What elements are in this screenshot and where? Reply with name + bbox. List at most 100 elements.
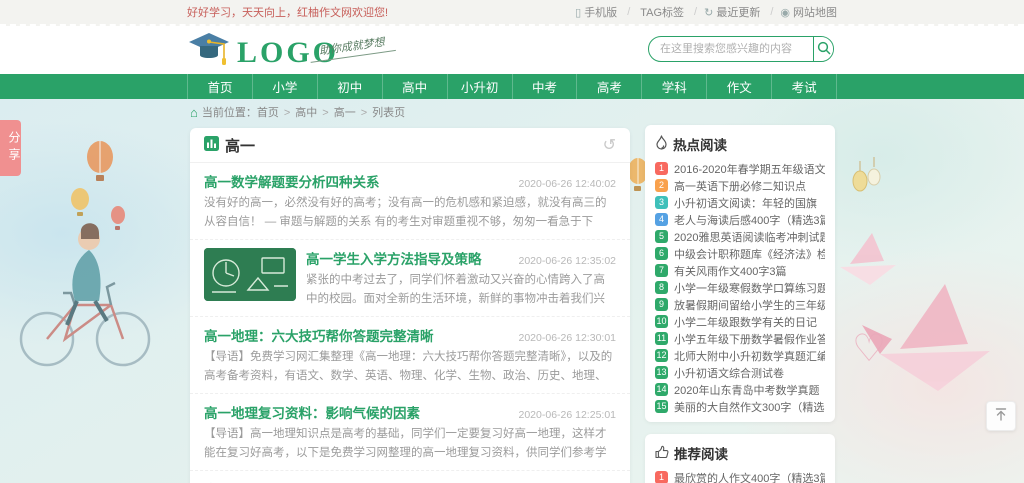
topbar-link-icon: ↻ — [704, 6, 713, 19]
article-list-card: 高一 ↺ 高一数学解题要分析四种关系 2020-06-26 12:40:02 没… — [190, 128, 630, 483]
hot-reading-item[interactable]: 10 小学二年级跟数学有关的日记 — [655, 313, 825, 330]
rank-badge: 10 — [655, 315, 668, 328]
topbar-link-icon: ▯ — [575, 6, 581, 19]
article-summary: 紧张的中考过去了，同学们怀着激动又兴奋的心情跨入了高中的校园。面对全新的生活环境… — [306, 271, 616, 309]
article-summary: 没有好的高一，必然没有好的高考；没有高一的危机感和紧迫感，就没有高三的从容自信！… — [204, 194, 616, 232]
article-list-item: 高一数学解题要分析四种关系 2020-06-26 12:40:02 没有好的高一… — [190, 163, 630, 240]
thumbs-up-icon — [655, 445, 669, 462]
graduation-cap-icon — [187, 31, 231, 74]
share-button[interactable]: 分享 — [0, 120, 21, 176]
article-thumbnail[interactable] — [204, 248, 296, 301]
hot-reading-item[interactable]: 5 2020雅思英语阅读临考冲刺试题附答案 — [655, 228, 825, 245]
topbar-link-label: 网站地图 — [793, 4, 837, 20]
hot-reading-item[interactable]: 4 老人与海读后感400字（精选3篇） — [655, 211, 825, 228]
flame-icon — [655, 135, 668, 153]
hot-reading-item[interactable]: 14 2020年山东青岛中考数学真题（已公布） — [655, 381, 825, 398]
nav-item[interactable]: 小升初 — [447, 74, 512, 99]
rank-badge: 3 — [655, 196, 668, 209]
bicycle-illustration — [21, 223, 149, 365]
nav-item[interactable]: 小学 — [252, 74, 317, 99]
hot-item-title: 放暑假期间留给小学生的三年级英语作文范文 — [674, 297, 825, 313]
welcome-text: 好好学习，天天向上，红柚作文网欢迎您! — [187, 4, 388, 20]
search-input[interactable] — [649, 37, 813, 61]
hot-item-title: 有关风雨作文400字3篇 — [674, 263, 786, 279]
topbar-link[interactable]: ↻ 最近更新 — [704, 4, 780, 20]
rank-badge: 11 — [655, 332, 668, 345]
site-header: LOGO 助你成就梦想 — [0, 26, 1024, 74]
nav-item[interactable]: 高考 — [576, 74, 641, 99]
recommend-reading-list: 1 最欣赏的人作文400字（精选3篇） 2 关于感恩的中考满分作文600字 — [655, 469, 825, 483]
article-title-link[interactable]: 高一地理复习资料：影响气候的因素 — [204, 402, 420, 422]
hot-item-title: 美丽的大自然作文300字（精选3篇） — [674, 399, 825, 415]
back-icon[interactable]: ↺ — [603, 138, 616, 154]
page-root: 好好学习，天天向上，红柚作文网欢迎您! ▯ 手机版 TAG标签 ↻ — [0, 0, 1024, 483]
rank-badge: 13 — [655, 366, 668, 379]
hot-item-title: 北师大附中小升初数学真题汇编 — [674, 348, 825, 364]
article-date: 2020-06-26 12:25:01 — [511, 409, 617, 421]
topbar-link[interactable]: TAG标签 — [637, 4, 704, 20]
nav-item[interactable]: 初中 — [317, 74, 382, 99]
rank-badge: 7 — [655, 264, 668, 277]
topbar-link[interactable]: ▯ 手机版 — [575, 4, 637, 20]
top-bar: 好好学习，天天向上，红柚作文网欢迎您! ▯ 手机版 TAG标签 ↻ — [0, 0, 1024, 26]
nav-item[interactable]: 考试 — [771, 74, 837, 99]
breadcrumb-prefix: 当前位置： — [202, 104, 257, 120]
rank-badge: 1 — [655, 162, 668, 175]
nav-item[interactable]: 作文 — [706, 74, 771, 99]
hot-reading-item[interactable]: 1 2016-2020年春学期五年级语文下期末模拟 — [655, 160, 825, 177]
rank-badge: 2 — [655, 179, 668, 192]
hot-reading-item[interactable]: 3 小升初语文阅读：年轻的国旗 — [655, 194, 825, 211]
recommend-item-title: 最欣赏的人作文400字（精选3篇） — [674, 470, 825, 483]
hot-reading-item[interactable]: 7 有关风雨作文400字3篇 — [655, 262, 825, 279]
hot-reading-item[interactable]: 11 小学五年级下册数学暑假作业答案【20-61 — [655, 330, 825, 347]
hot-item-title: 小学二年级跟数学有关的日记 — [674, 314, 817, 330]
hot-item-title: 中级会计职称题库《经济法》检测题 — [674, 246, 825, 262]
hot-reading-item[interactable]: 9 放暑假期间留给小学生的三年级英语作文范文 — [655, 296, 825, 313]
breadcrumb-item[interactable]: 列表页 — [356, 104, 405, 120]
hot-item-title: 小学一年级寒假数学口算练习题三篇 — [674, 280, 825, 296]
breadcrumb-item[interactable]: 高一 — [317, 104, 355, 120]
topbar-link-label: 手机版 — [584, 4, 617, 20]
balloon-illustration — [71, 141, 125, 230]
rank-badge: 12 — [655, 349, 668, 362]
nav-item[interactable]: 学科 — [641, 74, 706, 99]
rank-badge: 5 — [655, 230, 668, 243]
sidebar: 热点阅读 1 2016-2020年春学期五年级语文下期末模拟 2 高一英语下册必… — [645, 125, 835, 483]
main-nav: 首页 小学 初中 高中 小升初 中考 高考 学科 作文 考试 — [0, 74, 1024, 99]
breadcrumb-item[interactable]: 首页 — [257, 104, 279, 120]
article-title-link[interactable]: 高一数学解题要分析四种关系 — [204, 171, 380, 191]
breadcrumb: ⌂ 当前位置： 首页 高中 高一 列表页 — [190, 104, 405, 120]
lantern-illustration — [853, 157, 880, 191]
breadcrumb-item[interactable]: 高中 — [279, 104, 317, 120]
nav-item[interactable]: 高中 — [382, 74, 447, 99]
page-body: ♡ ⌂ 当前位置： 首页 高中 高一 列表页 — [0, 99, 1024, 483]
recommend-reading-item[interactable]: 1 最欣赏的人作文400字（精选3篇） — [655, 469, 825, 483]
nav-items: 首页 小学 初中 高中 小升初 中考 高考 学科 作文 考试 — [187, 74, 837, 99]
topbar-link-label: TAG标签 — [640, 4, 684, 20]
hot-reading-title: 热点阅读 — [673, 134, 727, 154]
nav-item[interactable]: 首页 — [187, 74, 252, 99]
nav-item[interactable]: 中考 — [512, 74, 577, 99]
list-card-header: 高一 ↺ — [190, 128, 630, 163]
article-summary: 【导语】免费学习网汇集整理《高一地理：六大技巧帮你答题完整清晰》，以及的高考备考… — [204, 348, 616, 386]
article-title-link[interactable]: 高一学生入学方法指导及策略 — [306, 248, 482, 268]
topbar-link[interactable]: ◉ 网站地图 — [780, 4, 837, 20]
home-icon: ⌂ — [190, 106, 198, 119]
hot-reading-item[interactable]: 12 北师大附中小升初数学真题汇编 — [655, 347, 825, 364]
article-title-link[interactable]: 高一地理资料：三圈环流与气压带、风带的形成 — [204, 479, 488, 483]
hot-item-title: 小升初语文综合测试卷 — [674, 365, 784, 381]
hot-reading-item[interactable]: 8 小学一年级寒假数学口算练习题三篇 — [655, 279, 825, 296]
hot-reading-item[interactable]: 6 中级会计职称题库《经济法》检测题 — [655, 245, 825, 262]
article-title-link[interactable]: 高一地理：六大技巧帮你答题完整清晰 — [204, 325, 434, 345]
hot-item-title: 2020雅思英语阅读临考冲刺试题附答案 — [674, 229, 825, 245]
search-button[interactable] — [813, 37, 833, 61]
hot-reading-item[interactable]: 2 高一英语下册必修二知识点 — [655, 177, 825, 194]
back-to-top-button[interactable] — [986, 401, 1016, 431]
hot-reading-header: 热点阅读 — [655, 134, 825, 154]
hot-reading-item[interactable]: 13 小升初语文综合测试卷 — [655, 364, 825, 381]
rank-badge: 1 — [655, 471, 668, 483]
hot-reading-item[interactable]: 15 美丽的大自然作文300字（精选3篇） — [655, 398, 825, 415]
rank-badge: 8 — [655, 281, 668, 294]
recommend-reading-header: 推荐阅读 — [655, 443, 825, 463]
rank-badge: 15 — [655, 400, 668, 413]
